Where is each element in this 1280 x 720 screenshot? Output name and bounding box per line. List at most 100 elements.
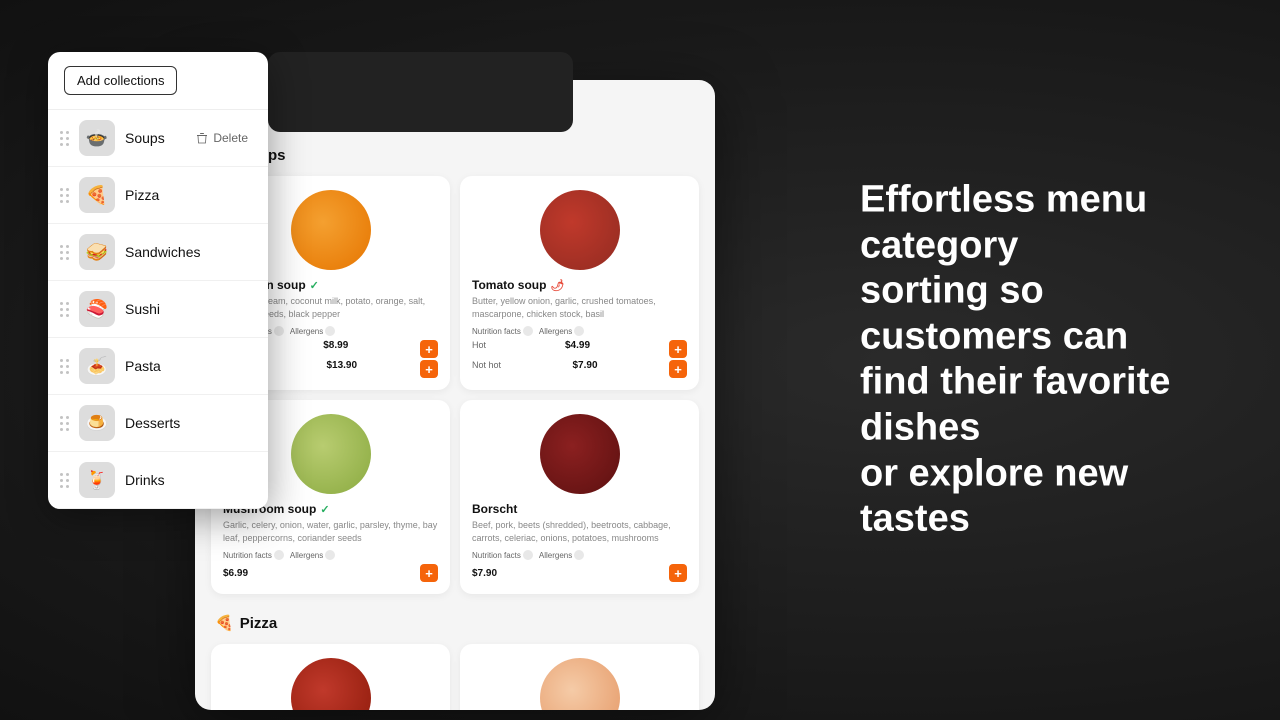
item-name: Tomato soup 🌶 <box>472 278 687 292</box>
food-image-pepperoni <box>291 658 371 710</box>
tagline-section: Effortless menu category sorting so cust… <box>860 178 1220 543</box>
add-collections-button[interactable]: Add collections <box>64 66 177 95</box>
nutrition-row: Nutrition facts Allergens <box>223 550 438 560</box>
allergens: Allergens <box>539 326 584 336</box>
collection-emoji-pizza: 🍕 <box>79 177 115 213</box>
menu-card-body: Borscht Beef, pork, beets (shredded), bee… <box>460 502 699 594</box>
collection-item-sandwiches[interactable]: 🥪 Sandwiches <box>48 224 268 281</box>
drag-handle <box>60 245 69 260</box>
food-image-margarita <box>540 658 620 710</box>
nutrition-row: Nutrition facts Allergens <box>472 326 687 336</box>
collection-item-pasta[interactable]: 🍝Pasta <box>48 338 268 395</box>
size-price: $7.90 <box>573 360 598 378</box>
drag-handle <box>60 302 69 317</box>
food-image-tomato-soup <box>540 190 620 270</box>
section-name: Pizza <box>240 615 278 632</box>
add-to-cart-button[interactable]: + <box>669 340 687 358</box>
add-to-cart-button[interactable]: + <box>420 360 438 378</box>
food-img-wrap <box>460 176 699 278</box>
size-price: $8.99 <box>323 340 348 358</box>
size-options: Hot $4.99 + Not hot $7.90 + <box>472 340 687 378</box>
collection-item-sushi[interactable]: 🍣 Sushi <box>48 281 268 338</box>
menu-item-tomato-soup: Tomato soup 🌶 Butter, yellow onion, garli… <box>460 176 699 390</box>
menu-items-grid-soups: Pumpkin soup ✓Pumpkin cream, coconut mil… <box>195 170 715 604</box>
item-description: Butter, yellow onion, garlic, crushed to… <box>472 295 687 320</box>
collection-name-soups: Soups <box>125 130 178 146</box>
delete-label: Delete <box>213 131 248 145</box>
collections-panel: Add collections 🍲 Soups Delete 🍕 Pizza 🥪 Sandw… <box>48 52 268 509</box>
delete-button[interactable]: Delete <box>188 127 256 149</box>
collection-name-desserts: Desserts <box>125 415 256 431</box>
food-image-mushroom-soup <box>291 414 371 494</box>
drag-handle <box>60 416 69 431</box>
collection-emoji-sushi: 🍣 <box>79 291 115 327</box>
price-value: $6.99 <box>223 568 248 579</box>
food-image-borscht <box>540 414 620 494</box>
size-price-line: Hot $4.99 + <box>472 340 687 358</box>
add-to-cart-button[interactable]: + <box>420 564 438 582</box>
price-row: $7.90 + <box>472 564 687 582</box>
collection-name-sandwiches: Sandwiches <box>125 244 256 260</box>
size-price: $13.90 <box>326 360 357 378</box>
collections-list: 🍲 Soups Delete 🍕 Pizza 🥪 Sandwiches 🍣 Sushi 🍝Past… <box>48 110 268 509</box>
drag-handle <box>60 473 69 488</box>
collection-emoji-drinks: 🍹 <box>79 462 115 498</box>
tagline-line2: sorting so customers can <box>860 270 1128 358</box>
collection-emoji-soups: 🍲 <box>79 120 115 156</box>
tagline-line3: find their favorite dishes <box>860 361 1170 449</box>
panel-header: Add collections <box>48 52 268 110</box>
collection-name-drinks: Drinks <box>125 472 256 488</box>
dark-overlay-card <box>268 52 573 132</box>
collection-item-soups[interactable]: 🍲 Soups Delete <box>48 110 268 167</box>
collection-name-sushi: Sushi <box>125 301 256 317</box>
menu-item-borscht: Borscht Beef, pork, beets (shredded), bee… <box>460 400 699 594</box>
price-value: $7.90 <box>472 568 497 579</box>
menu-card-body: Tomato soup 🌶 Butter, yellow onion, garli… <box>460 278 699 390</box>
add-to-cart-button[interactable]: + <box>420 340 438 358</box>
spicy-icon: 🌶 <box>550 279 564 292</box>
nutrition-facts: Nutrition facts <box>472 326 533 336</box>
section-header-pizza: 🍕 Pizza <box>195 604 715 638</box>
allergens: Allergens <box>290 550 335 560</box>
collection-emoji-sandwiches: 🥪 <box>79 234 115 270</box>
nutrition-row: Nutrition facts Allergens <box>472 550 687 560</box>
collection-emoji-desserts: 🍮 <box>79 405 115 441</box>
drag-handle <box>60 188 69 203</box>
tagline-line1: Effortless menu category <box>860 179 1147 267</box>
collection-name-pizza: Pizza <box>125 187 256 203</box>
collection-emoji-pasta: 🍝 <box>79 348 115 384</box>
allergens: Allergens <box>290 326 335 336</box>
add-to-cart-button[interactable]: + <box>669 360 687 378</box>
menu-items-grid-pizza: From Chef♥ 41Pepperoni 🌶Pepperoni, shred… <box>195 638 715 710</box>
menu-item-margarita: Margarita ✓Crushed tomatoes, mozzarella,… <box>460 644 699 710</box>
add-to-cart-button[interactable]: + <box>669 564 687 582</box>
size-label: Not hot <box>472 360 501 378</box>
food-image-pumpkin-soup <box>291 190 371 270</box>
item-name: Borscht <box>472 502 687 516</box>
tagline-line4: or explore new tastes <box>860 452 1128 540</box>
size-price: $4.99 <box>565 340 590 358</box>
food-img-wrap <box>460 644 699 710</box>
price-row: $6.99 + <box>223 564 438 582</box>
veg-icon: ✓ <box>310 279 319 292</box>
menu-card-body: Mushroom soup ✓Garlic, celery, onion, wa… <box>211 502 450 594</box>
drag-handle <box>60 131 69 146</box>
menu-panel[interactable]: Menu 🍲SoupsPumpkin soup ✓Pumpkin cream, … <box>195 80 715 710</box>
item-description: Garlic, celery, onion, water, garlic, pa… <box>223 519 438 544</box>
drag-handle <box>60 359 69 374</box>
size-label: Hot <box>472 340 486 358</box>
collection-item-drinks[interactable]: 🍹 Drinks <box>48 452 268 509</box>
item-description: Beef, pork, beets (shredded), beetroots,… <box>472 519 687 544</box>
collection-item-desserts[interactable]: 🍮 Desserts <box>48 395 268 452</box>
nutrition-facts: Nutrition facts <box>223 550 284 560</box>
section-emoji: 🍕 <box>215 614 234 632</box>
size-price-line: Not hot $7.90 + <box>472 360 687 378</box>
section-header-soups: 🍲Soups <box>195 136 715 170</box>
tagline-text: Effortless menu category sorting so cust… <box>860 178 1220 543</box>
food-img-wrap <box>460 400 699 502</box>
menu-content: 🍲SoupsPumpkin soup ✓Pumpkin cream, cocon… <box>195 136 715 710</box>
trash-icon <box>196 132 208 144</box>
veg-icon: ✓ <box>320 503 329 516</box>
food-img-wrap <box>211 644 450 710</box>
collection-item-pizza[interactable]: 🍕 Pizza <box>48 167 268 224</box>
